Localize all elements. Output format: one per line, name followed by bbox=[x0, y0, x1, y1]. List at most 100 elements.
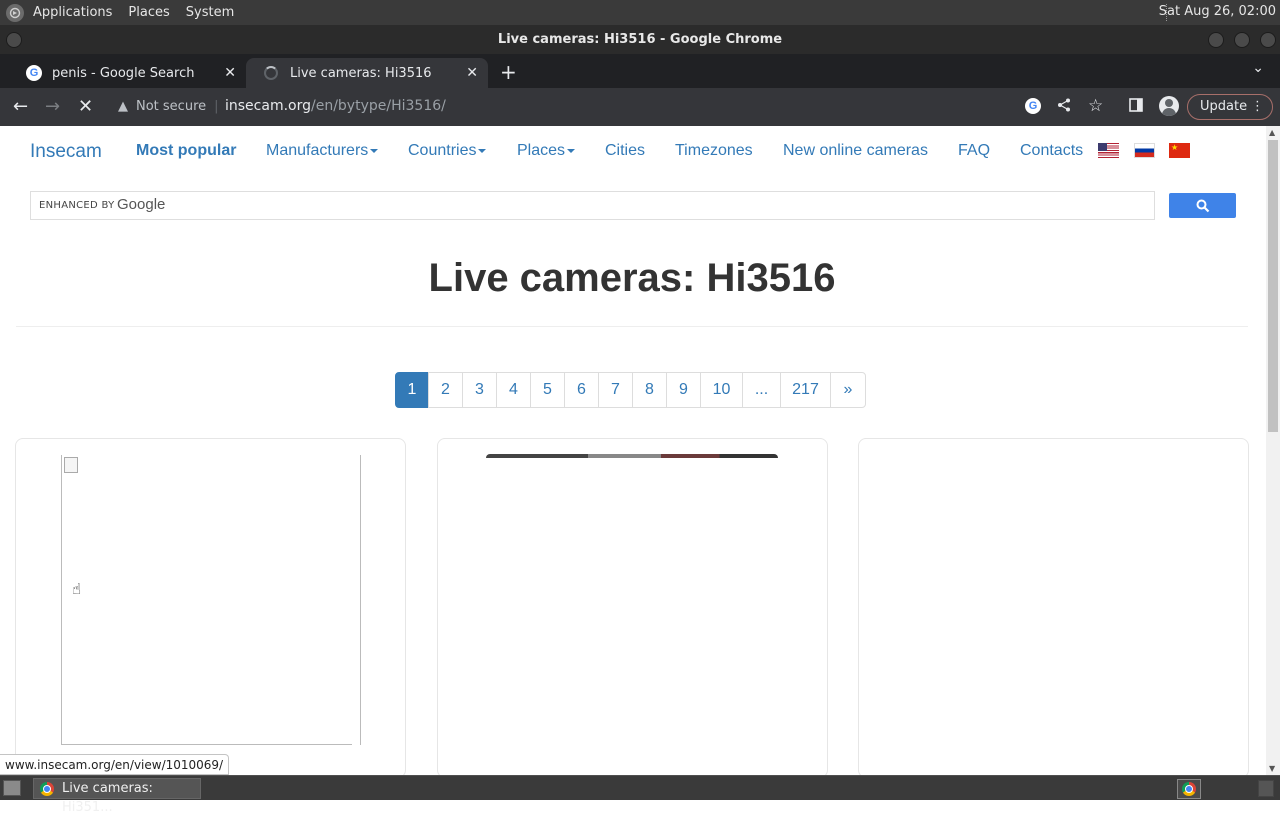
taskbar-window-label: Live cameras: Hi351... bbox=[62, 781, 153, 815]
new-tab-icon[interactable]: + bbox=[500, 60, 517, 84]
tab-label: penis - Google Search bbox=[52, 65, 195, 81]
nav-contacts[interactable]: Contacts bbox=[1020, 142, 1083, 160]
trash-icon[interactable] bbox=[1258, 780, 1274, 797]
cn-flag-icon[interactable]: ★ bbox=[1169, 143, 1190, 158]
us-flag-icon[interactable] bbox=[1098, 143, 1119, 158]
link-status-bubble: www.insecam.org/en/view/1010069/ bbox=[0, 754, 230, 775]
nav-new-online-cameras[interactable]: New online cameras bbox=[783, 142, 928, 160]
maximize-icon[interactable] bbox=[1234, 32, 1250, 48]
close-tab-icon[interactable]: ✕ bbox=[224, 65, 236, 81]
url-separator: | bbox=[214, 99, 219, 114]
page-link-4[interactable]: 4 bbox=[496, 372, 531, 408]
tab-label: Live cameras: Hi3516 bbox=[290, 65, 432, 81]
scroll-up-icon[interactable]: ▲ bbox=[1269, 128, 1275, 137]
tab-live-cameras[interactable]: Live cameras: Hi3516 ✕ bbox=[246, 58, 488, 88]
side-panel-icon[interactable] bbox=[1129, 98, 1143, 116]
top-panel: Applications Places System Sat Aug 26, 0… bbox=[0, 0, 1280, 25]
page-link-7[interactable]: 7 bbox=[598, 372, 633, 408]
show-desktop-icon[interactable] bbox=[3, 780, 21, 796]
window-menu-icon[interactable] bbox=[6, 32, 22, 48]
enhanced-by-label: ENHANCED BY bbox=[39, 200, 115, 211]
camera-card bbox=[15, 438, 406, 775]
page-link-6[interactable]: 6 bbox=[564, 372, 599, 408]
browser-toolbar: ← → ✕ ▲ Not secure | insecam.org/en/byty… bbox=[0, 88, 1280, 126]
warning-triangle-icon: ▲ bbox=[118, 99, 128, 114]
page-scrollbar[interactable]: ▲ ▼ bbox=[1266, 126, 1280, 775]
broken-image-icon bbox=[64, 457, 78, 473]
stop-loading-icon[interactable]: ✕ bbox=[78, 96, 93, 117]
back-arrow-icon[interactable]: ← bbox=[13, 96, 28, 117]
scroll-down-icon[interactable]: ▼ bbox=[1269, 764, 1275, 773]
page-link-2[interactable]: 2 bbox=[428, 372, 463, 408]
nav-places[interactable]: Places bbox=[517, 142, 576, 160]
page-title: Live cameras: Hi3516 bbox=[428, 256, 836, 300]
not-secure-label: Not secure bbox=[136, 99, 207, 114]
page-link-3[interactable]: 3 bbox=[462, 372, 497, 408]
caret-down-icon bbox=[567, 148, 576, 153]
nav-faq[interactable]: FAQ bbox=[958, 142, 990, 160]
page-ellipsis[interactable]: ... bbox=[742, 372, 781, 408]
camera-thumbnail[interactable] bbox=[486, 454, 778, 458]
caret-down-icon bbox=[370, 148, 379, 153]
tab-strip: G penis - Google Search ✕ Live cameras: … bbox=[0, 54, 1280, 88]
profile-avatar-icon[interactable] bbox=[1159, 96, 1179, 116]
caret-down-icon bbox=[478, 148, 487, 153]
forward-arrow-icon[interactable]: → bbox=[45, 96, 60, 117]
address-bar[interactable]: insecam.org/en/bytype/Hi3516/ bbox=[225, 98, 446, 114]
scrollbar-thumb[interactable] bbox=[1268, 140, 1278, 432]
divider bbox=[16, 326, 1248, 327]
hand-cursor-icon: ☝ bbox=[72, 580, 82, 598]
next-page-link[interactable]: » bbox=[830, 372, 866, 408]
nav-manufacturers[interactable]: Manufacturers bbox=[266, 142, 379, 160]
close-tab-icon[interactable]: ✕ bbox=[466, 65, 478, 81]
bookmark-star-icon[interactable]: ☆ bbox=[1088, 96, 1103, 116]
update-label: Update bbox=[1200, 99, 1248, 114]
url-host: insecam.org bbox=[225, 98, 311, 114]
distro-logo-icon[interactable] bbox=[6, 3, 24, 22]
window-titlebar: Live cameras: Hi3516 - Google Chrome bbox=[0, 25, 1280, 54]
places-menu[interactable]: Places bbox=[128, 5, 169, 20]
ru-flag-icon[interactable] bbox=[1134, 143, 1155, 158]
clock[interactable]: Sat Aug 26, 02:00 bbox=[1159, 4, 1276, 19]
page-link-10[interactable]: 10 bbox=[700, 372, 743, 408]
tab-google-search[interactable]: G penis - Google Search ✕ bbox=[8, 58, 246, 88]
camera-card bbox=[437, 438, 828, 775]
site-navbar: Insecam Most popular Manufacturers Count… bbox=[0, 126, 1266, 176]
nav-timezones[interactable]: Timezones bbox=[675, 142, 753, 160]
search-button[interactable] bbox=[1169, 193, 1236, 218]
pagination: 1 2 3 4 5 6 7 8 9 10 ... 217 » bbox=[395, 372, 866, 408]
page-link-1[interactable]: 1 bbox=[395, 372, 429, 408]
update-button[interactable]: Update ⋮ bbox=[1187, 94, 1273, 120]
page-link-5[interactable]: 5 bbox=[530, 372, 565, 408]
brand-link[interactable]: Insecam bbox=[30, 141, 102, 163]
google-logo: Google bbox=[117, 196, 166, 213]
search-icon bbox=[1196, 199, 1210, 213]
nav-countries[interactable]: Countries bbox=[408, 142, 487, 160]
nav-cities[interactable]: Cities bbox=[605, 142, 645, 160]
camera-card bbox=[858, 438, 1249, 775]
close-window-icon[interactable] bbox=[1260, 32, 1276, 48]
more-menu-icon[interactable]: ⋮ bbox=[1251, 95, 1264, 119]
share-icon[interactable] bbox=[1057, 98, 1071, 116]
security-indicator[interactable]: ▲ Not secure | bbox=[118, 99, 227, 114]
system-menu[interactable]: System bbox=[186, 5, 234, 20]
tray-chrome-icon[interactable] bbox=[1177, 779, 1201, 799]
page-link-8[interactable]: 8 bbox=[632, 372, 667, 408]
bottom-taskbar: Live cameras: Hi351... bbox=[0, 775, 1280, 815]
camera-thumbnail[interactable] bbox=[61, 455, 361, 745]
page-content: Insecam Most popular Manufacturers Count… bbox=[0, 126, 1266, 775]
chrome-icon bbox=[40, 782, 54, 796]
tab-search-chevron-icon[interactable]: ⌄ bbox=[1252, 60, 1264, 76]
applications-menu[interactable]: Applications bbox=[33, 5, 112, 20]
minimize-icon[interactable] bbox=[1208, 32, 1224, 48]
google-favicon-icon: G bbox=[26, 65, 42, 81]
url-path: /en/bytype/Hi3516/ bbox=[311, 98, 446, 114]
nav-most-popular[interactable]: Most popular bbox=[136, 142, 236, 160]
taskbar-window-button[interactable]: Live cameras: Hi351... bbox=[33, 778, 201, 815]
google-lens-icon[interactable]: G bbox=[1025, 98, 1041, 114]
search-input[interactable]: ENHANCED BY Google bbox=[30, 191, 1155, 220]
page-link-9[interactable]: 9 bbox=[666, 372, 701, 408]
page-link-217[interactable]: 217 bbox=[780, 372, 831, 408]
window-title: Live cameras: Hi3516 - Google Chrome bbox=[497, 32, 783, 47]
loading-spinner-icon bbox=[264, 66, 278, 80]
